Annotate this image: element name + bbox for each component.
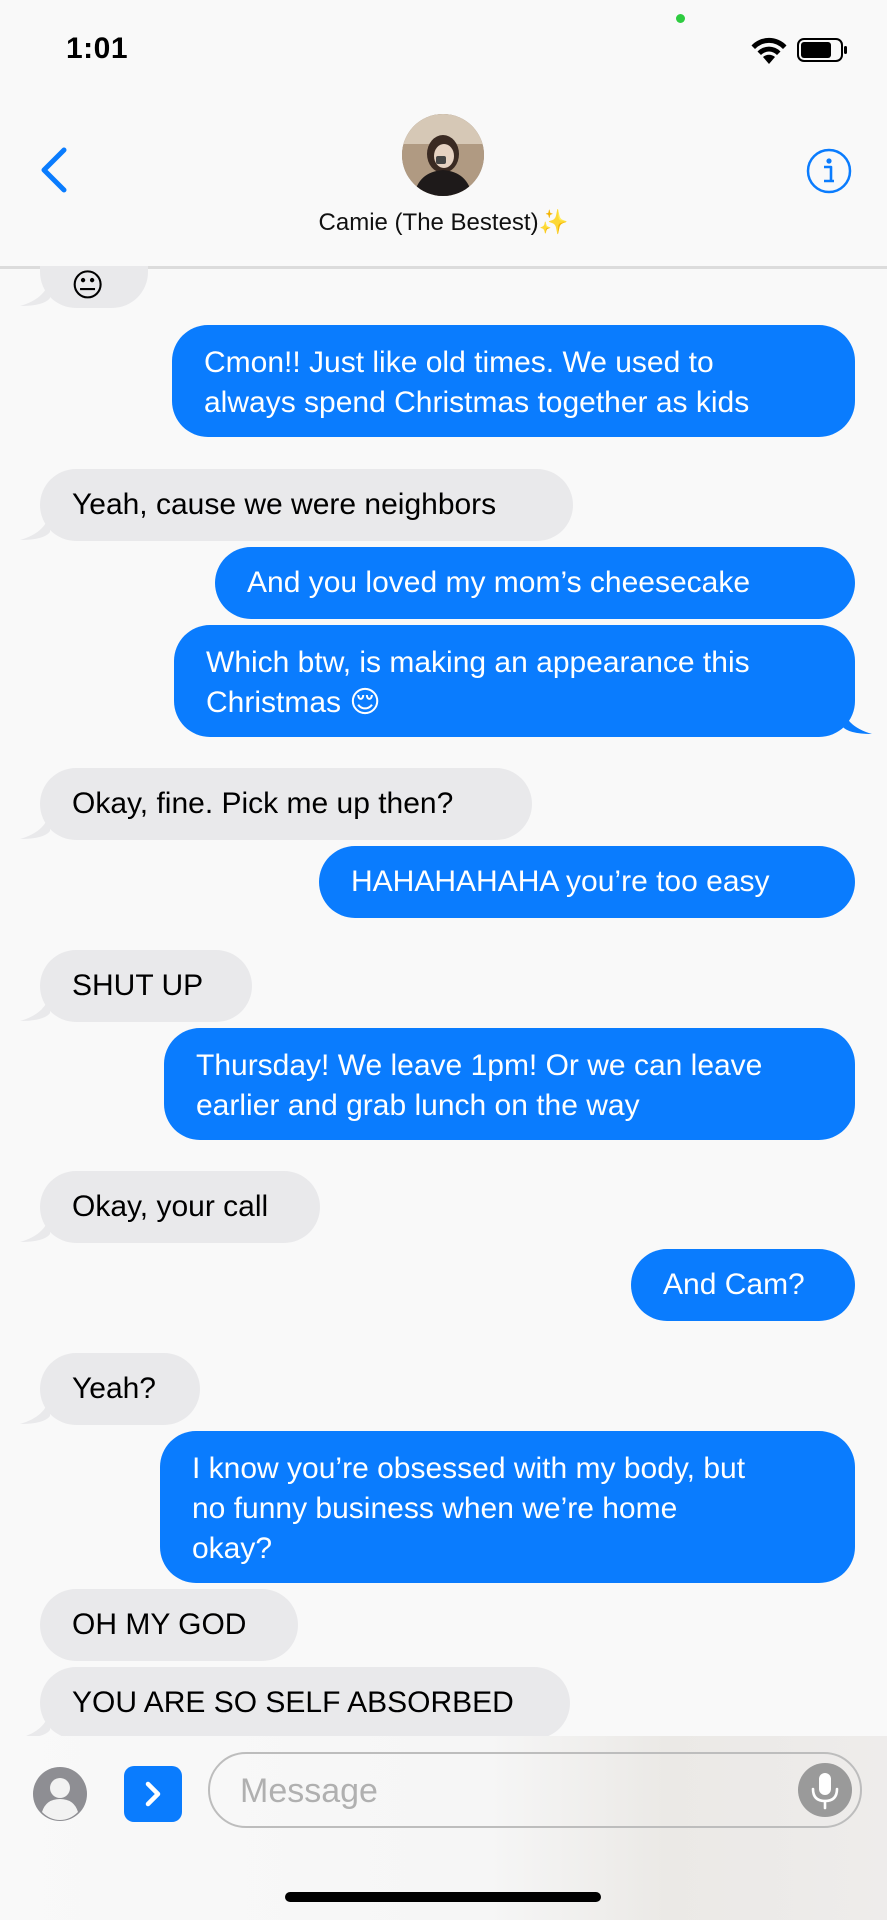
- message-bubble-incoming[interactable]: Okay, fine. Pick me up then?: [40, 768, 532, 840]
- status-time: 1:01: [66, 32, 129, 65]
- apps-button[interactable]: [124, 1766, 182, 1822]
- camera-indicator-dot: [676, 14, 685, 23]
- message-bubble-outgoing[interactable]: And you loved my mom’s cheesecake: [215, 547, 855, 619]
- message-bubble-incoming[interactable]: YOU ARE SO SELF ABSORBED: [40, 1667, 570, 1736]
- message-bubble-incoming[interactable]: 😐: [40, 266, 148, 308]
- message-thread[interactable]: 😐 Cmon!! Just like old times. We used to…: [0, 266, 887, 1736]
- wifi-icon: [751, 37, 787, 64]
- message-input-bar: [0, 1736, 887, 1920]
- message-bubble-incoming[interactable]: SHUT UP: [40, 950, 252, 1022]
- contact-icon[interactable]: [32, 1766, 88, 1822]
- contact-avatar[interactable]: [402, 114, 484, 196]
- contact-name[interactable]: Camie (The Bestest)✨: [0, 208, 887, 237]
- conversation-header: Camie (The Bestest)✨: [0, 100, 887, 269]
- info-icon[interactable]: [806, 148, 852, 194]
- message-bubble-outgoing[interactable]: HAHAHAHAHA you’re too easy: [319, 846, 855, 918]
- status-bar: 1:01: [0, 0, 887, 100]
- message-bubble-incoming[interactable]: OH MY GOD: [40, 1589, 298, 1661]
- message-bubble-outgoing[interactable]: Cmon!! Just like old times. We used to a…: [172, 325, 855, 437]
- home-indicator[interactable]: [285, 1892, 601, 1902]
- message-field[interactable]: [208, 1752, 862, 1828]
- message-bubble-outgoing[interactable]: I know you’re obsessed with my body, but…: [160, 1431, 855, 1583]
- message-bubble-outgoing[interactable]: Which btw, is making an appearance this …: [174, 625, 855, 737]
- message-bubble-incoming[interactable]: Yeah?: [40, 1353, 200, 1425]
- message-bubble-outgoing[interactable]: Thursday! We leave 1pm! Or we can leave …: [164, 1028, 855, 1140]
- microphone-button[interactable]: [798, 1763, 852, 1817]
- battery-icon: [797, 38, 847, 62]
- back-chevron-icon[interactable]: [36, 144, 72, 196]
- message-bubble-outgoing[interactable]: And Cam?: [631, 1249, 855, 1321]
- message-bubble-incoming[interactable]: Yeah, cause we were neighbors: [40, 469, 573, 541]
- apps-chevron-icon: [145, 1781, 161, 1807]
- message-input[interactable]: [238, 1770, 762, 1812]
- microphone-icon: [811, 1773, 839, 1810]
- message-bubble-incoming[interactable]: Okay, your call: [40, 1171, 320, 1243]
